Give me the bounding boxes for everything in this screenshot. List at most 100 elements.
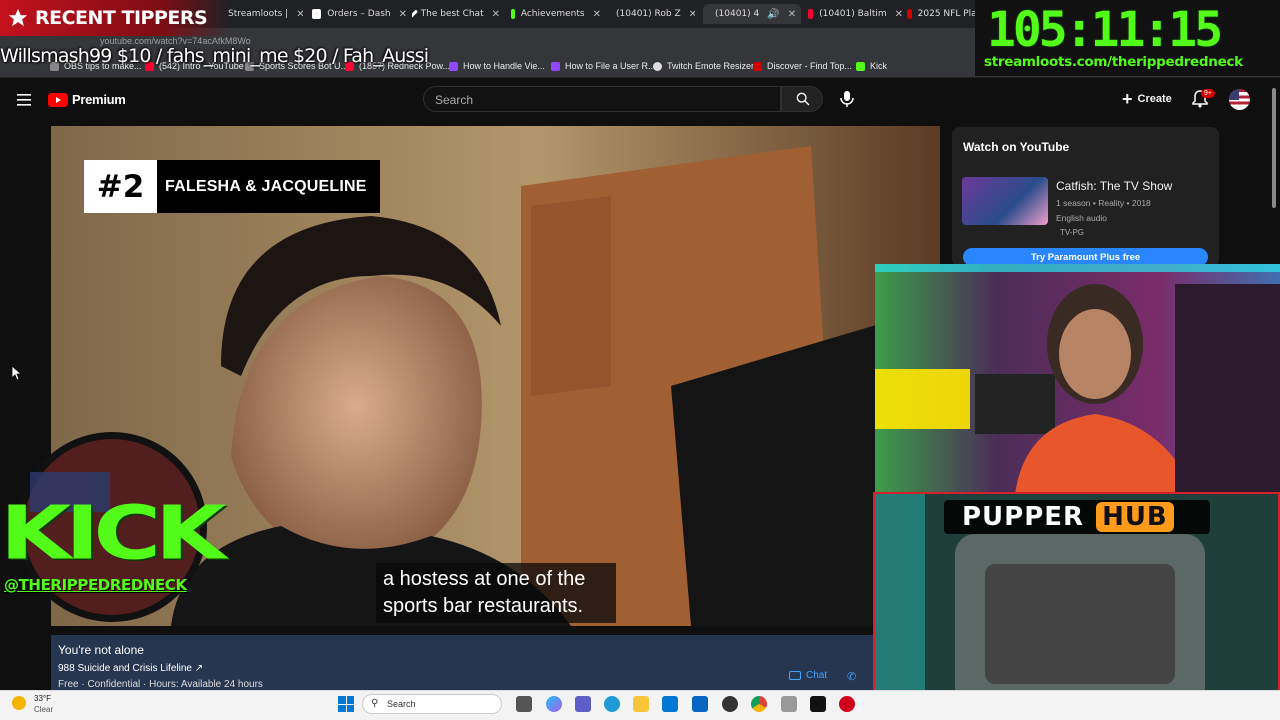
search-button[interactable] xyxy=(781,86,823,112)
account-avatar[interactable] xyxy=(1229,89,1250,110)
crisis-hours-text: Free · Confidential · Hours: Available 2… xyxy=(58,679,263,690)
youtube-logo[interactable]: Premium xyxy=(48,92,126,107)
caption-line: a hostess at one of the xyxy=(383,568,586,590)
weather-temperature[interactable]: 33°F xyxy=(34,694,51,703)
rank-number: #2 xyxy=(84,160,157,213)
pupper-word: PUPPER xyxy=(962,502,1085,532)
rank-names: FALESHA & JACQUELINE xyxy=(165,177,367,195)
tab-favicon-icon xyxy=(312,9,322,19)
create-button[interactable]: + Create xyxy=(1122,88,1172,110)
browser-tab[interactable]: (10401) Rob Z ✕ xyxy=(610,4,695,24)
bookmark-label: How to Handle Vie... xyxy=(463,61,545,71)
recent-tippers-banner: RECENT TIPPERS xyxy=(0,0,230,36)
tab-close-icon[interactable]: ✕ xyxy=(492,9,500,20)
browser-tab[interactable]: Streamloots | ✕ xyxy=(228,4,303,24)
bookmark-item[interactable]: How to File a User R... xyxy=(551,61,656,71)
weather-condition: Clear xyxy=(34,705,54,714)
tippers-ticker: Willsmash99 $10 / fahs_mini_me $20 / Fah… xyxy=(0,45,429,67)
app-icon[interactable] xyxy=(839,696,855,712)
kick-icon xyxy=(856,61,865,71)
show-title[interactable]: Catfish: The TV Show xyxy=(1056,179,1172,193)
hamburger-menu-icon[interactable] xyxy=(17,93,31,106)
tab-close-icon[interactable]: ✕ xyxy=(593,9,601,20)
youtube-premium-label: Premium xyxy=(72,92,126,107)
twitch-icon xyxy=(449,61,458,71)
tab-close-icon[interactable]: ✕ xyxy=(296,9,303,20)
voice-search-button[interactable] xyxy=(840,91,854,112)
streamer-webcam xyxy=(875,264,1280,494)
store-icon[interactable] xyxy=(662,696,678,712)
watch-on-heading: Watch on YouTube xyxy=(963,140,1070,154)
webcam-frame xyxy=(875,264,1280,494)
app-icon[interactable] xyxy=(781,696,797,712)
browser-tab[interactable]: (10401) Baltim ✕ xyxy=(808,4,903,24)
tab-label: (10401) 4 xyxy=(715,9,760,19)
tab-label: (10401) Baltim xyxy=(819,9,887,19)
crisis-title: You're not alone xyxy=(58,643,144,657)
plus-icon: + xyxy=(1122,89,1133,109)
taskbar-search[interactable]: ⚲ Search xyxy=(362,694,502,714)
youtube-play-icon xyxy=(48,92,68,107)
obs-icon[interactable] xyxy=(722,696,738,712)
chrome-icon[interactable] xyxy=(751,696,767,712)
bookmark-item[interactable]: Discover - Find Top... xyxy=(753,61,852,71)
hub-word: HUB xyxy=(1096,502,1174,532)
phone-icon[interactable]: ✆ xyxy=(847,670,856,683)
crisis-lifeline-link[interactable]: 988 Suicide and Crisis Lifeline ↗ xyxy=(58,663,203,674)
show-audio: English audio xyxy=(1056,213,1108,223)
twitch-icon xyxy=(551,61,560,71)
tab-favicon-icon xyxy=(907,9,912,19)
show-rating: TV-PG xyxy=(1060,228,1085,237)
tab-close-icon[interactable]: ✕ xyxy=(788,9,796,20)
tab-close-icon[interactable]: ✕ xyxy=(399,9,407,20)
search-icon xyxy=(796,92,810,106)
terminal-icon[interactable] xyxy=(810,696,826,712)
tab-label: (10401) Rob Z xyxy=(616,9,681,19)
tab-favicon-icon xyxy=(412,9,418,19)
bookmark-label: Twitch Emote Resizer xyxy=(667,61,755,71)
show-thumbnail[interactable] xyxy=(962,177,1048,225)
edge-icon[interactable] xyxy=(604,696,620,712)
browser-tab[interactable]: The best Chat ✕ xyxy=(412,4,500,24)
tab-label: Orders – Dash xyxy=(327,9,391,19)
browser-tab[interactable]: Orders – Dash ✕ xyxy=(312,4,407,24)
tab-label: Achievements xyxy=(520,9,585,19)
browser-tab[interactable]: Achievements ✕ xyxy=(511,4,601,24)
ranking-tag: #2 FALESHA & JACQUELINE xyxy=(84,160,380,213)
task-view-icon[interactable] xyxy=(516,696,532,712)
recent-tippers-title: RECENT TIPPERS xyxy=(35,7,208,29)
globe-icon xyxy=(653,61,662,71)
browser-tab-active[interactable]: (10401) 4 🔊 ✕ xyxy=(703,4,801,24)
caption-line: sports bar restaurants. xyxy=(383,595,584,617)
kick-wordmark: KICK xyxy=(0,490,226,577)
chat-bubble-icon xyxy=(789,671,801,680)
search-icon: ⚲ xyxy=(371,698,379,709)
tab-favicon-icon xyxy=(511,9,515,19)
copilot-icon[interactable] xyxy=(546,696,562,712)
video-caption: a hostess at one of the sports bar resta… xyxy=(376,563,616,623)
bookmark-label: How to File a User R... xyxy=(565,61,656,71)
microphone-icon xyxy=(840,91,854,107)
show-meta: 1 season • Reality • 2018 xyxy=(1056,198,1151,208)
bookmark-label: Discover - Find Top... xyxy=(767,61,852,71)
bookmark-item[interactable]: How to Handle Vie... xyxy=(449,61,545,71)
outlook-icon[interactable] xyxy=(692,696,708,712)
windows-start-icon[interactable] xyxy=(338,696,354,712)
notification-count-badge: 9+ xyxy=(1201,89,1215,98)
taskbar-search-label: Search xyxy=(387,699,416,709)
youtube-search-input[interactable]: Search xyxy=(423,86,781,112)
bookmark-item[interactable]: Twitch Emote Resizer xyxy=(653,61,754,71)
tab-close-icon[interactable]: ✕ xyxy=(689,9,695,20)
tab-favicon-icon xyxy=(808,9,814,19)
crisis-chat-button[interactable]: Chat xyxy=(789,670,827,681)
tab-close-icon[interactable]: ✕ xyxy=(895,9,903,20)
file-explorer-icon[interactable] xyxy=(633,696,649,712)
weather-moon-icon xyxy=(12,696,26,710)
teams-icon[interactable] xyxy=(575,696,591,712)
page-scrollbar[interactable] xyxy=(1272,88,1276,208)
browser-tab[interactable]: 2025 NFL Play xyxy=(907,4,982,24)
mouse-cursor-icon xyxy=(11,365,23,386)
pupper-hub-logo: PUPPER HUB xyxy=(944,500,1210,534)
chat-label: Chat xyxy=(806,670,828,681)
bookmark-item[interactable]: Kick xyxy=(856,61,887,71)
